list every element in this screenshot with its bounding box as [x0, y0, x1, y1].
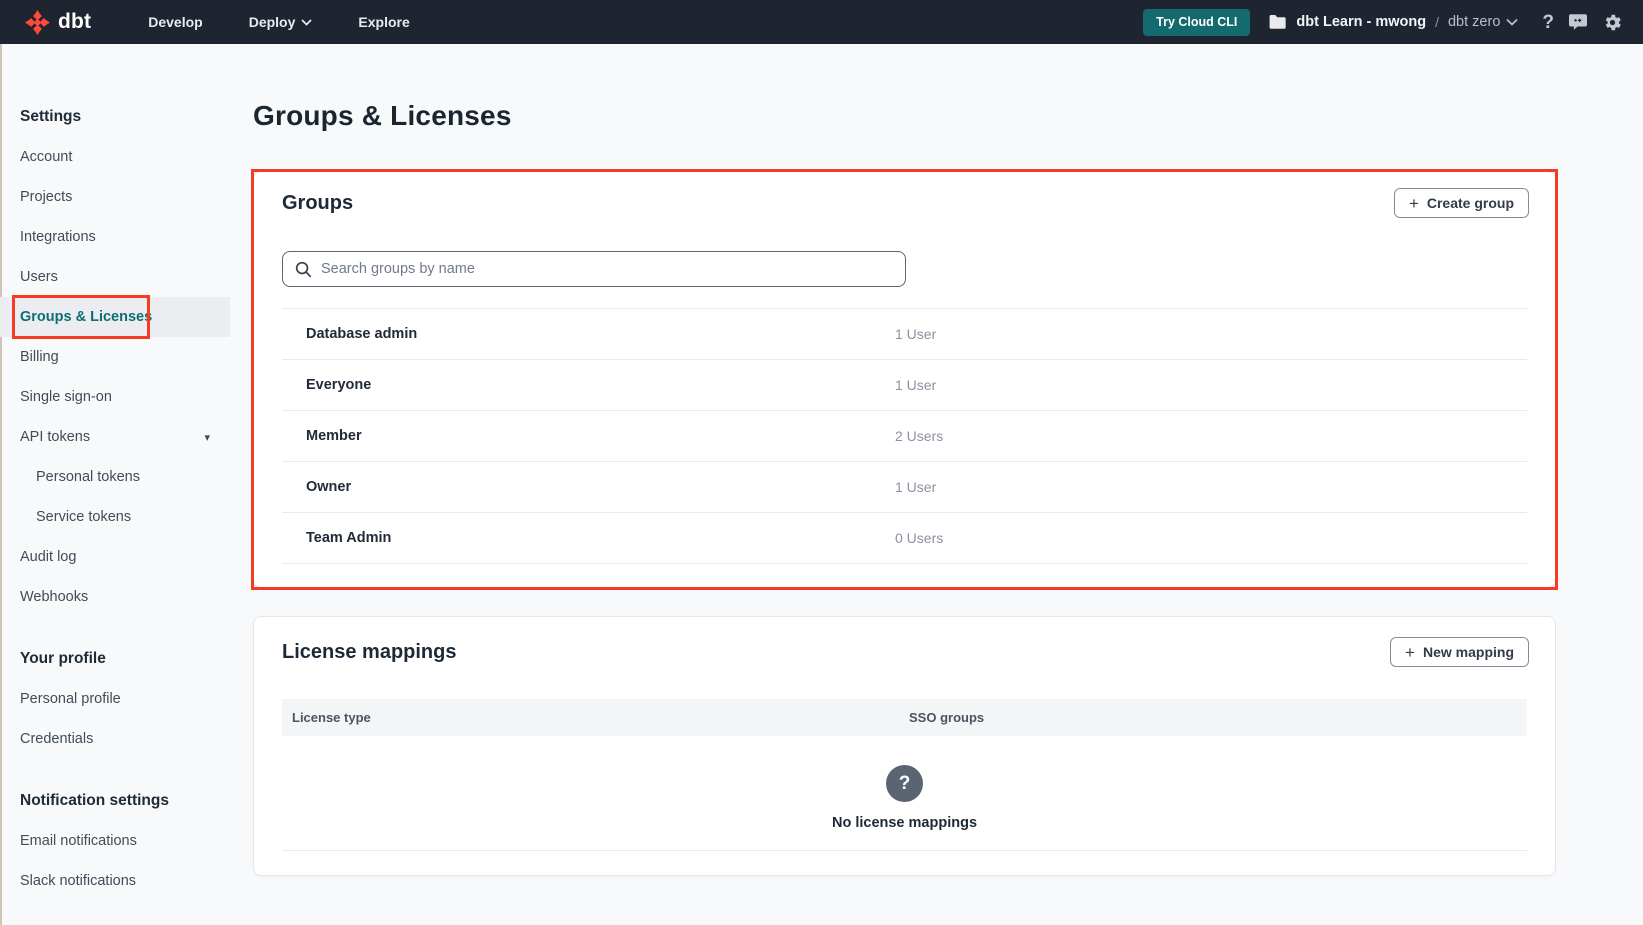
column-sso-groups: SSO groups [909, 710, 984, 725]
group-user-count: 1 User [895, 479, 936, 495]
sidebar-item-label: Service tokens [36, 509, 131, 525]
sidebar-item-audit-log[interactable]: Audit log [0, 537, 230, 577]
sidebar-item-label: Users [20, 269, 58, 285]
sidebar-item-label: Webhooks [20, 589, 88, 605]
dbt-logo-text: dbt [58, 10, 91, 34]
license-table-header: License type SSO groups [282, 699, 1527, 736]
create-group-button[interactable]: + Create group [1394, 188, 1529, 218]
nav-explore-label: Explore [358, 14, 409, 30]
sidebar-item-projects[interactable]: Projects [0, 177, 230, 217]
new-mapping-label: New mapping [1423, 644, 1514, 660]
sidebar-item-users[interactable]: Users [0, 257, 230, 297]
try-cloud-cli-button[interactable]: Try Cloud CLI [1143, 9, 1250, 36]
sidebar-item-billing[interactable]: Billing [0, 337, 230, 377]
table-bottom-divider [282, 850, 1527, 851]
sidebar-item-label: API tokens [20, 429, 90, 445]
project-name: dbt zero [1448, 14, 1500, 30]
sidebar-item-single-sign-on[interactable]: Single sign-on [0, 377, 230, 417]
groups-section-title: Groups [282, 192, 353, 215]
group-row-team-admin[interactable]: Team Admin 0 Users [282, 513, 1527, 564]
sidebar-item-label: Groups & Licenses [20, 309, 152, 325]
chevron-down-icon [301, 19, 312, 26]
sidebar-item-label: Audit log [20, 549, 76, 565]
breadcrumb-separator: / [1435, 14, 1439, 30]
plus-icon: + [1405, 644, 1415, 661]
nav-develop[interactable]: Develop [125, 0, 225, 44]
group-row-everyone[interactable]: Everyone 1 User [282, 360, 1527, 411]
group-name: Owner [282, 479, 895, 495]
sidebar-item-email-notifications[interactable]: Email notifications [0, 821, 230, 861]
group-name: Everyone [282, 377, 895, 393]
caret-down-icon: ▾ [204, 431, 210, 444]
sidebar-item-label: Credentials [20, 731, 93, 747]
top-navbar: dbt Develop Deploy Explore Try Cloud CLI… [0, 0, 1643, 44]
sidebar-item-personal-tokens[interactable]: Personal tokens [0, 457, 230, 497]
sidebar-item-label: Personal tokens [36, 469, 140, 485]
sidebar-item-account[interactable]: Account [0, 137, 230, 177]
search-icon [295, 261, 312, 278]
sidebar-item-label: Account [20, 149, 72, 165]
settings-sidebar: Settings Account Projects Integrations U… [0, 44, 230, 925]
group-row-database-admin[interactable]: Database admin 1 User [282, 309, 1527, 360]
license-mappings-title: License mappings [282, 641, 457, 664]
group-user-count: 1 User [895, 377, 936, 393]
group-search [282, 251, 906, 287]
group-user-count: 1 User [895, 326, 936, 342]
folder-icon [1268, 14, 1287, 30]
group-row-owner[interactable]: Owner 1 User [282, 462, 1527, 513]
sidebar-section-settings: Settings [0, 97, 230, 137]
sidebar-item-groups-licenses[interactable]: Groups & Licenses [0, 297, 230, 337]
nav-deploy[interactable]: Deploy [226, 0, 336, 44]
sidebar-item-label: Billing [20, 349, 59, 365]
dbt-logo[interactable]: dbt [24, 9, 91, 36]
empty-state-text: No license mappings [832, 815, 977, 831]
sidebar-item-api-tokens[interactable]: API tokens ▾ [0, 417, 230, 457]
column-license-type: License type [282, 710, 909, 725]
sidebar-item-label: Single sign-on [20, 389, 112, 405]
dbt-logo-icon [24, 9, 51, 36]
group-name: Team Admin [282, 530, 895, 546]
license-mappings-card: License mappings + New mapping License t… [253, 616, 1556, 876]
group-row-member[interactable]: Member 2 Users [282, 411, 1527, 462]
sidebar-section-notification-settings: Notification settings [0, 781, 230, 821]
sidebar-item-credentials[interactable]: Credentials [0, 719, 230, 759]
project-selector[interactable]: dbt zero [1448, 14, 1518, 30]
sidebar-section-your-profile: Your profile [0, 639, 230, 679]
question-circle-icon: ? [886, 765, 923, 802]
chevron-down-icon [1506, 18, 1518, 26]
group-user-count: 0 Users [895, 530, 943, 546]
feedback-icon[interactable] [1568, 13, 1588, 31]
sidebar-item-webhooks[interactable]: Webhooks [0, 577, 230, 617]
group-name: Member [282, 428, 895, 444]
sidebar-item-label: Integrations [20, 229, 96, 245]
sidebar-item-slack-notifications[interactable]: Slack notifications [0, 861, 230, 901]
sidebar-item-label: Personal profile [20, 691, 121, 707]
gear-icon[interactable] [1602, 12, 1623, 33]
main-content: Groups & Licenses Groups + Create group … [230, 44, 1643, 925]
new-mapping-button[interactable]: + New mapping [1390, 637, 1529, 667]
sidebar-item-label: Projects [20, 189, 72, 205]
groups-list: Database admin 1 User Everyone 1 User Me… [282, 308, 1527, 564]
nav-explore[interactable]: Explore [335, 0, 432, 44]
search-groups-input[interactable] [321, 261, 893, 277]
help-icon[interactable]: ? [1542, 13, 1554, 32]
groups-card: Groups + Create group Database admin 1 U… [253, 171, 1556, 588]
sidebar-item-integrations[interactable]: Integrations [0, 217, 230, 257]
main-nav: Develop Deploy Explore [125, 0, 433, 44]
license-empty-state: ? No license mappings [254, 736, 1555, 831]
sidebar-item-label: Email notifications [20, 833, 137, 849]
create-group-label: Create group [1427, 195, 1514, 211]
nav-develop-label: Develop [148, 14, 202, 30]
page-title: Groups & Licenses [253, 100, 1643, 132]
sidebar-item-service-tokens[interactable]: Service tokens [0, 497, 230, 537]
sidebar-item-personal-profile[interactable]: Personal profile [0, 679, 230, 719]
account-breadcrumb: dbt Learn - mwong / dbt zero [1268, 14, 1518, 30]
group-name: Database admin [282, 326, 895, 342]
plus-icon: + [1409, 195, 1419, 212]
account-name[interactable]: dbt Learn - mwong [1296, 14, 1426, 30]
nav-deploy-label: Deploy [249, 14, 296, 30]
group-user-count: 2 Users [895, 428, 943, 444]
sidebar-item-label: Slack notifications [20, 873, 136, 889]
